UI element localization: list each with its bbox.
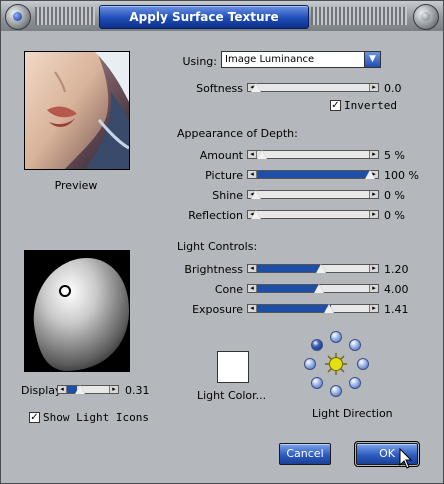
title-grip bbox=[35, 7, 95, 25]
using-label: Using: bbox=[182, 55, 218, 68]
light-color-swatch[interactable] bbox=[217, 351, 249, 383]
display-slider[interactable]: ◂ ▸ bbox=[57, 385, 119, 394]
title-grip-right bbox=[311, 7, 407, 25]
reflection-label: Reflection bbox=[188, 209, 243, 222]
brightness-label: Brightness bbox=[184, 263, 243, 276]
display-value: 0.31 bbox=[125, 384, 150, 397]
inverted-label: Inverted bbox=[344, 99, 397, 112]
amount-label: Amount bbox=[199, 149, 243, 162]
chevron-down-icon[interactable]: ▼ bbox=[364, 52, 380, 67]
apply-surface-texture-dialog: Apply Surface Texture Preview Display ◂ … bbox=[0, 0, 444, 484]
cone-value: 4.00 bbox=[384, 283, 409, 296]
brightness-slider[interactable]: ◂ ▸ bbox=[247, 264, 379, 273]
exposure-label: Exposure bbox=[192, 303, 243, 316]
reflection-slider[interactable]: ◂ ▸ bbox=[247, 210, 379, 219]
light-direction-control[interactable] bbox=[304, 331, 369, 397]
amount-value: 5 % bbox=[384, 149, 405, 162]
light-color-label[interactable]: Light Color... bbox=[197, 389, 266, 402]
dialog-title: Apply Surface Texture bbox=[99, 5, 309, 29]
light-direction-label: Light Direction bbox=[312, 407, 393, 420]
cone-slider[interactable]: ◂ ▸ bbox=[247, 284, 379, 293]
amount-slider[interactable]: ◂ ▸ bbox=[247, 150, 379, 159]
mouse-pointer-icon bbox=[399, 448, 413, 469]
softness-value: 0.0 bbox=[384, 82, 402, 95]
picture-value: 100 % bbox=[384, 169, 419, 182]
reflection-value: 0 % bbox=[384, 209, 405, 222]
softness-label: Softness bbox=[196, 82, 243, 95]
direction-se[interactable] bbox=[349, 377, 361, 389]
depth-heading: Appearance of Depth: bbox=[177, 127, 298, 140]
title-bar[interactable]: Apply Surface Texture bbox=[1, 1, 443, 31]
shine-slider[interactable]: ◂ ▸ bbox=[247, 190, 379, 199]
direction-n[interactable] bbox=[330, 331, 342, 343]
brightness-value: 1.20 bbox=[384, 263, 409, 276]
light-preview[interactable] bbox=[24, 250, 130, 372]
exposure-slider[interactable]: ◂ ▸ bbox=[247, 304, 379, 313]
display-label: Display bbox=[21, 384, 62, 397]
exposure-value: 1.41 bbox=[384, 303, 409, 316]
light-icon bbox=[59, 285, 71, 297]
softness-slider[interactable]: ◂ ▸ bbox=[247, 83, 379, 92]
cone-label: Cone bbox=[214, 283, 243, 296]
shine-label: Shine bbox=[212, 189, 243, 202]
direction-sw[interactable] bbox=[311, 377, 323, 389]
direction-ne[interactable] bbox=[349, 339, 361, 351]
direction-nw-selected[interactable] bbox=[311, 339, 323, 351]
show-light-icons-checkbox[interactable]: ✓ bbox=[29, 412, 40, 423]
picture-label: Picture bbox=[205, 169, 243, 182]
menu-orb-icon[interactable] bbox=[5, 4, 31, 30]
using-value: Image Luminance bbox=[225, 54, 315, 65]
light-heading: Light Controls: bbox=[177, 240, 258, 253]
direction-e[interactable] bbox=[357, 358, 369, 370]
preview-label: Preview bbox=[54, 179, 98, 192]
inverted-checkbox[interactable]: ✓ bbox=[330, 100, 341, 111]
show-light-icons-label: Show Light Icons bbox=[43, 411, 149, 424]
preview-image bbox=[24, 51, 130, 170]
close-orb-icon[interactable] bbox=[413, 4, 439, 30]
picture-slider[interactable]: ◂ ▸ bbox=[247, 170, 379, 179]
sun-icon bbox=[325, 353, 347, 375]
cancel-button[interactable]: Cancel bbox=[279, 443, 331, 465]
direction-w[interactable] bbox=[304, 358, 316, 370]
shine-value: 0 % bbox=[384, 189, 405, 202]
direction-s[interactable] bbox=[330, 385, 342, 397]
using-dropdown[interactable]: Image Luminance ▼ bbox=[221, 51, 381, 68]
